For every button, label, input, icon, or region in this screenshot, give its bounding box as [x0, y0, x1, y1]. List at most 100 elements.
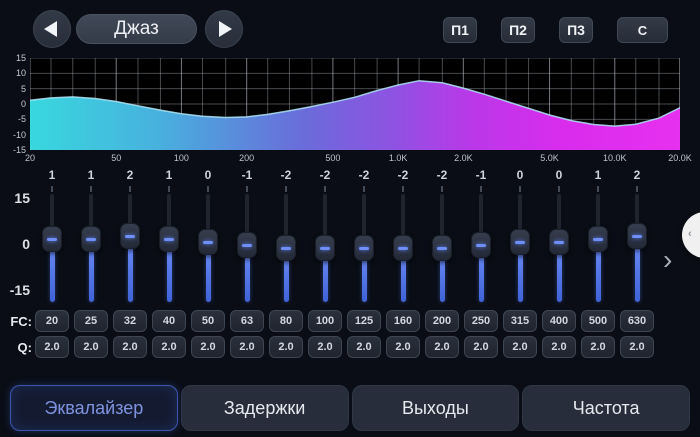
graph-y-tick-label: 15 [2, 53, 26, 63]
slider-thumb[interactable] [432, 235, 452, 261]
band-top-tick [90, 186, 92, 192]
memory-buttons-row: П1 П2 П3 C [443, 17, 668, 43]
left-arrow-icon [44, 21, 57, 37]
preset-prev-button[interactable] [33, 10, 71, 48]
slider-thumb-indicator [281, 247, 291, 250]
tab-delays[interactable]: Задержки [181, 385, 349, 431]
graph-x-tick-label: 1.0K [378, 153, 418, 163]
next-bands-chevron[interactable]: › [663, 246, 672, 274]
q-value-button[interactable]: 2.0 [230, 336, 264, 358]
memory-button-3[interactable]: П3 [559, 17, 593, 43]
tab-outputs[interactable]: Выходы [352, 385, 520, 431]
slider-thumb[interactable] [393, 235, 413, 261]
reset-button[interactable]: C [617, 17, 668, 43]
band-top-tick [441, 186, 443, 192]
band-top-tick [324, 186, 326, 192]
fc-value-button[interactable]: 20 [35, 310, 69, 332]
fc-value-button[interactable]: 250 [464, 310, 498, 332]
band-top-tick [51, 186, 53, 192]
slider-scale-label: -15 [2, 282, 30, 298]
fc-value-button[interactable]: 40 [152, 310, 186, 332]
q-value-button[interactable]: 2.0 [386, 336, 420, 358]
slider-thumb[interactable] [627, 223, 647, 249]
q-value-button[interactable]: 2.0 [113, 336, 147, 358]
graph-x-tick-label: 10.0K [595, 153, 635, 163]
fc-value-button[interactable]: 50 [191, 310, 225, 332]
slider-thumb-indicator [203, 241, 213, 244]
fc-value-button[interactable]: 630 [620, 310, 654, 332]
tab-frequency[interactable]: Частота [522, 385, 690, 431]
q-value-button[interactable]: 2.0 [269, 336, 303, 358]
fc-row-label: FC: [2, 314, 32, 329]
graph-x-tick-label: 20 [10, 153, 50, 163]
band-top-tick [129, 186, 131, 192]
tab-equalizer[interactable]: Эквалайзер [10, 385, 178, 431]
fc-value-button[interactable]: 500 [581, 310, 615, 332]
band-gain-value: -1 [462, 168, 501, 182]
q-value-button[interactable]: 2.0 [191, 336, 225, 358]
slider-thumb-indicator [632, 235, 642, 238]
fc-value-button[interactable]: 25 [74, 310, 108, 332]
memory-button-2[interactable]: П2 [501, 17, 535, 43]
slider-thumb[interactable] [159, 226, 179, 252]
band-gain-value: 0 [189, 168, 228, 182]
slider-thumb[interactable] [198, 229, 218, 255]
fc-value-button[interactable]: 160 [386, 310, 420, 332]
q-value-button[interactable]: 2.0 [542, 336, 576, 358]
preset-name[interactable]: Джаз [76, 14, 197, 44]
q-value-button[interactable]: 2.0 [35, 336, 69, 358]
band-top-tick [246, 186, 248, 192]
slider-thumb-indicator [242, 244, 252, 247]
slider-thumb[interactable] [42, 226, 62, 252]
q-value-button[interactable]: 2.0 [308, 336, 342, 358]
slider-thumb[interactable] [588, 226, 608, 252]
band-gain-value: 2 [618, 168, 657, 182]
preset-next-button[interactable] [205, 10, 243, 48]
slider-thumb[interactable] [237, 232, 257, 258]
q-value-button[interactable]: 2.0 [152, 336, 186, 358]
slider-thumb[interactable] [510, 229, 530, 255]
fc-value-button[interactable]: 63 [230, 310, 264, 332]
fc-value-button[interactable]: 125 [347, 310, 381, 332]
fc-value-button[interactable]: 100 [308, 310, 342, 332]
q-value-button[interactable]: 2.0 [620, 336, 654, 358]
fc-value-button[interactable]: 32 [113, 310, 147, 332]
slider-thumb-indicator [164, 238, 174, 241]
slider-thumb-indicator [320, 247, 330, 250]
q-value-button[interactable]: 2.0 [425, 336, 459, 358]
eq-curve-graph [30, 58, 680, 150]
equalizer-screen: Джаз П1П2П3C 151050-5-10-15 205010020050… [0, 0, 700, 437]
slider-scale-label: 0 [2, 236, 30, 252]
graph-x-tick-label: 5.0K [530, 153, 570, 163]
graph-y-tick-label: 5 [2, 84, 26, 94]
fc-value-button[interactable]: 80 [269, 310, 303, 332]
fc-value-button[interactable]: 315 [503, 310, 537, 332]
q-value-button[interactable]: 2.0 [464, 336, 498, 358]
graph-x-tick-label: 2.0K [443, 153, 483, 163]
band-gain-value: 1 [579, 168, 618, 182]
slider-thumb[interactable] [276, 235, 296, 261]
slider-thumb-indicator [125, 235, 135, 238]
slider-thumb[interactable] [354, 235, 374, 261]
q-value-button[interactable]: 2.0 [74, 336, 108, 358]
fc-value-button[interactable]: 200 [425, 310, 459, 332]
slider-thumb[interactable] [81, 226, 101, 252]
slider-thumb[interactable] [120, 223, 140, 249]
slider-thumb[interactable] [549, 229, 569, 255]
fc-value-button[interactable]: 400 [542, 310, 576, 332]
band-top-tick [363, 186, 365, 192]
q-value-button[interactable]: 2.0 [347, 336, 381, 358]
q-value-button[interactable]: 2.0 [503, 336, 537, 358]
q-value-button[interactable]: 2.0 [581, 336, 615, 358]
memory-button-1[interactable]: П1 [443, 17, 477, 43]
slider-thumb-indicator [437, 247, 447, 250]
band-gain-value: 2 [111, 168, 150, 182]
band-gain-value: -2 [306, 168, 345, 182]
band-gain-value: 1 [150, 168, 189, 182]
band-top-tick [636, 186, 638, 192]
slider-thumb[interactable] [471, 232, 491, 258]
edge-handle[interactable]: ‹ [682, 212, 700, 258]
band-top-tick [597, 186, 599, 192]
slider-thumb[interactable] [315, 235, 335, 261]
band-gain-value: -2 [384, 168, 423, 182]
